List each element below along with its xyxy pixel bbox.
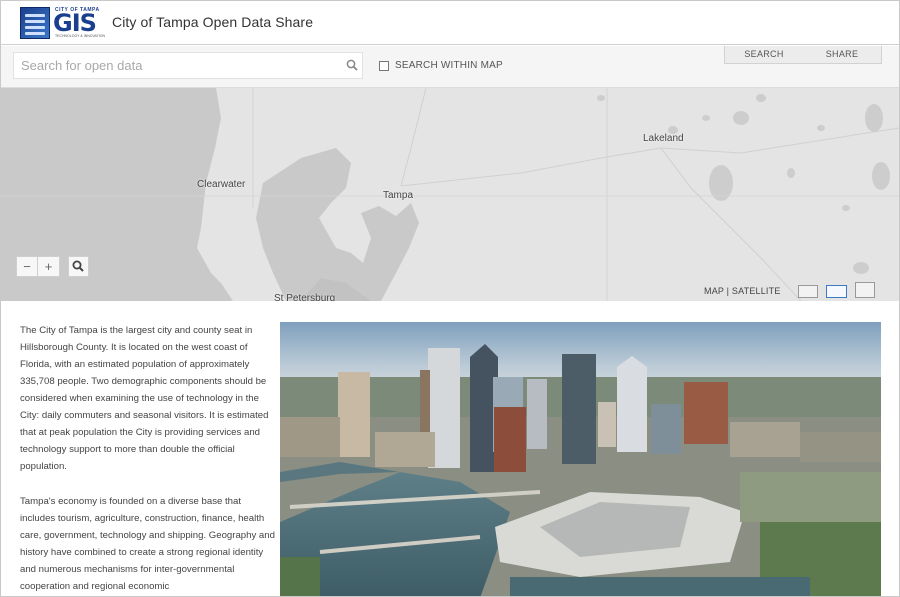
- zoom-controls: − +: [16, 256, 60, 277]
- intro-paragraph: The City of Tampa is the largest city an…: [20, 322, 278, 475]
- logo-main-text: GIS: [53, 11, 96, 35]
- logo-tagline: TECHNOLOGY & INNOVATION: [55, 34, 105, 38]
- site-title: City of Tampa Open Data Share: [112, 14, 313, 30]
- map-label-tampa: Tampa: [383, 190, 413, 201]
- content-section: The City of Tampa is the largest city an…: [1, 302, 899, 597]
- layout-medium-button[interactable]: [826, 285, 847, 298]
- search-within-map-label: SEARCH WITHIN MAP: [395, 60, 503, 71]
- tab-search[interactable]: SEARCH: [725, 46, 803, 63]
- search-input[interactable]: [13, 52, 363, 79]
- search-bar: SEARCH WITHIN MAP SEARCH SHARE: [1, 46, 899, 88]
- layout-compact-button[interactable]: [798, 285, 818, 298]
- zoom-out-button[interactable]: −: [16, 256, 38, 277]
- page-frame: CITY OF TAMPA GIS TECHNOLOGY & INNOVATIO…: [0, 0, 900, 597]
- header: CITY OF TAMPA GIS TECHNOLOGY & INNOVATIO…: [1, 1, 899, 45]
- top-tabs: SEARCH SHARE: [724, 46, 882, 64]
- tab-share[interactable]: SHARE: [803, 46, 881, 63]
- map-label-st-petersburg: St Petersburg: [274, 293, 335, 301]
- search-within-map-checkbox[interactable]: [379, 61, 389, 71]
- basemap: [1, 88, 899, 301]
- zoom-in-button[interactable]: +: [38, 256, 60, 277]
- search-icon[interactable]: [346, 59, 358, 71]
- search-within-map[interactable]: SEARCH WITHIN MAP: [379, 60, 503, 71]
- economy-paragraph: Tampa's economy is founded on a diverse …: [20, 493, 278, 595]
- basemap-toggle[interactable]: MAP | SATELLITE: [704, 286, 781, 296]
- map-search-button[interactable]: [68, 256, 89, 277]
- layout-large-button[interactable]: [855, 282, 875, 298]
- map-view[interactable]: Lakeland Clearwater Tampa St Petersburg …: [1, 88, 899, 301]
- gis-logo[interactable]: CITY OF TAMPA GIS TECHNOLOGY & INNOVATIO…: [20, 7, 100, 39]
- magnifier-icon: [69, 257, 88, 276]
- logo-cube-icon: [20, 7, 50, 39]
- tampa-skyline-photo: [280, 322, 881, 597]
- skyline-image: [280, 322, 881, 597]
- map-label-lakeland: Lakeland: [643, 133, 684, 144]
- map-label-clearwater: Clearwater: [197, 179, 245, 190]
